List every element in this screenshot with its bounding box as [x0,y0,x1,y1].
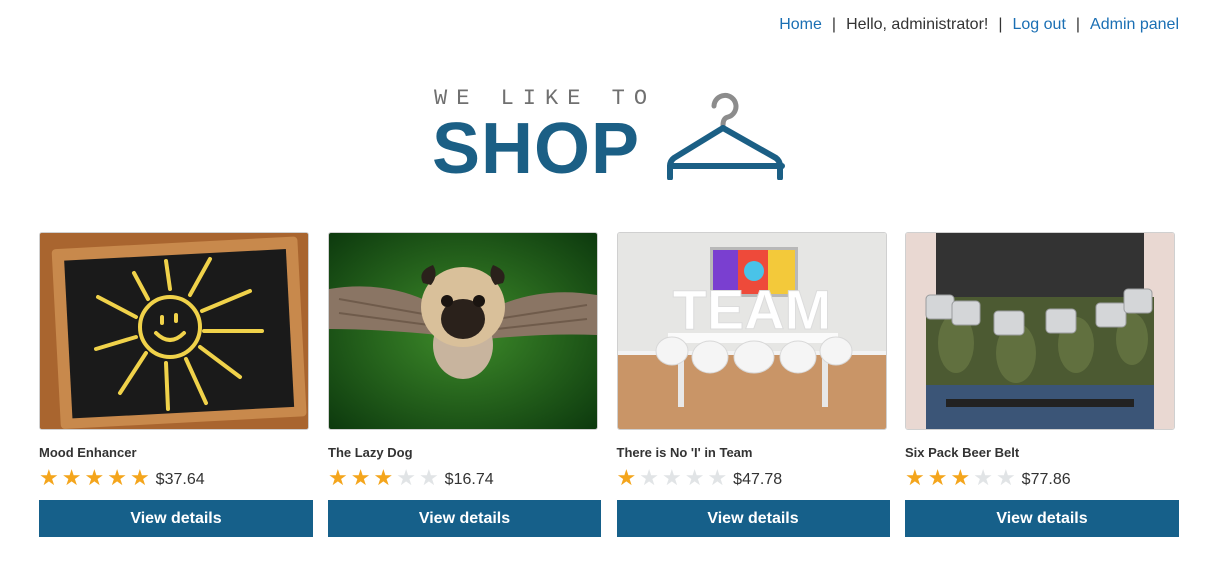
star-filled-icon: ★ [84,465,105,490]
beer-belt-image [906,233,1174,429]
product-rating: ★ ★ ★ ★ ★ $77.86 [905,466,1179,490]
product-rating: ★ ★ ★ ★ ★ $47.78 [617,466,891,490]
product-name[interactable]: The Lazy Dog [328,445,602,460]
product-image[interactable] [328,232,598,430]
star-filled-icon: ★ [616,465,637,490]
product-name[interactable]: Six Pack Beer Belt [905,445,1179,460]
admin-panel-link[interactable]: Admin panel [1090,16,1179,34]
chalkboard-sun-image [40,233,308,429]
product-price: $77.86 [1021,470,1071,488]
star-filled-icon: ★ [905,465,925,490]
top-navigation: Home | Hello, administrator! | Log out |… [779,16,1179,34]
nav-separator: | [998,16,1003,33]
product-card: TEAM There is No 'I' in Team ★ ★ ★ ★ ★ $47.7… [616,232,891,537]
view-details-button[interactable]: View details [328,500,601,537]
star-filled-icon: ★ [350,465,371,490]
product-card: Mood Enhancer ★ ★ ★ ★ ★ $37.64 View details [39,232,313,537]
site-logo[interactable]: WE LIKE TO SHOP [432,84,792,189]
view-details-button[interactable]: View details [616,500,890,537]
product-card: Six Pack Beer Belt ★ ★ ★ ★ ★ $77.86 View det… [905,232,1179,537]
svg-text:TEAM: TEAM [672,278,831,341]
product-name[interactable]: There is No 'I' in Team [617,445,891,460]
star-filled-icon: ★ [129,465,150,490]
flying-pug-image [329,233,597,429]
hanger-icon [667,92,785,180]
star-empty-icon: ★ [707,465,728,490]
star-empty-icon: ★ [684,465,705,490]
star-empty-icon: ★ [973,465,993,490]
star-rating: ★ ★ ★ ★ ★ [905,467,1016,489]
star-empty-icon: ★ [661,465,682,490]
logo-word: SHOP [432,109,641,189]
product-image[interactable]: TEAM [616,232,887,430]
star-empty-icon: ★ [418,465,439,490]
star-rating: ★ ★ ★ ★ ★ [39,467,150,489]
product-price: $37.64 [155,470,205,488]
star-empty-icon: ★ [995,465,1016,490]
product-grid: Mood Enhancer ★ ★ ★ ★ ★ $37.64 View details [39,232,1179,537]
team-meeting-room-image: TEAM [617,233,886,429]
nav-separator: | [1075,16,1081,33]
star-filled-icon: ★ [61,465,82,490]
star-filled-icon: ★ [373,465,394,490]
product-price: $47.78 [733,470,783,488]
star-filled-icon: ★ [107,465,127,490]
star-filled-icon: ★ [927,465,948,490]
view-details-button[interactable]: View details [39,500,313,537]
greeting-text: Hello, administrator! [846,16,989,33]
product-image[interactable] [39,232,309,430]
home-link[interactable]: Home [779,16,822,34]
product-price: $16.74 [444,470,494,488]
nav-separator: | [831,16,837,33]
star-rating: ★ ★ ★ ★ ★ [617,467,728,489]
product-rating: ★ ★ ★ ★ ★ $37.64 [39,466,313,490]
star-filled-icon: ★ [950,465,971,490]
star-filled-icon: ★ [39,465,59,490]
product-rating: ★ ★ ★ ★ ★ $16.74 [328,466,602,490]
view-details-button[interactable]: View details [905,500,1179,537]
star-empty-icon: ★ [639,465,659,490]
star-filled-icon: ★ [328,465,348,490]
product-image[interactable] [905,232,1175,430]
product-card: The Lazy Dog ★ ★ ★ ★ ★ $16.74 View details [328,232,602,537]
star-empty-icon: ★ [396,465,416,490]
logout-link[interactable]: Log out [1013,16,1066,34]
star-rating: ★ ★ ★ ★ ★ [328,467,439,489]
product-name[interactable]: Mood Enhancer [39,445,313,460]
